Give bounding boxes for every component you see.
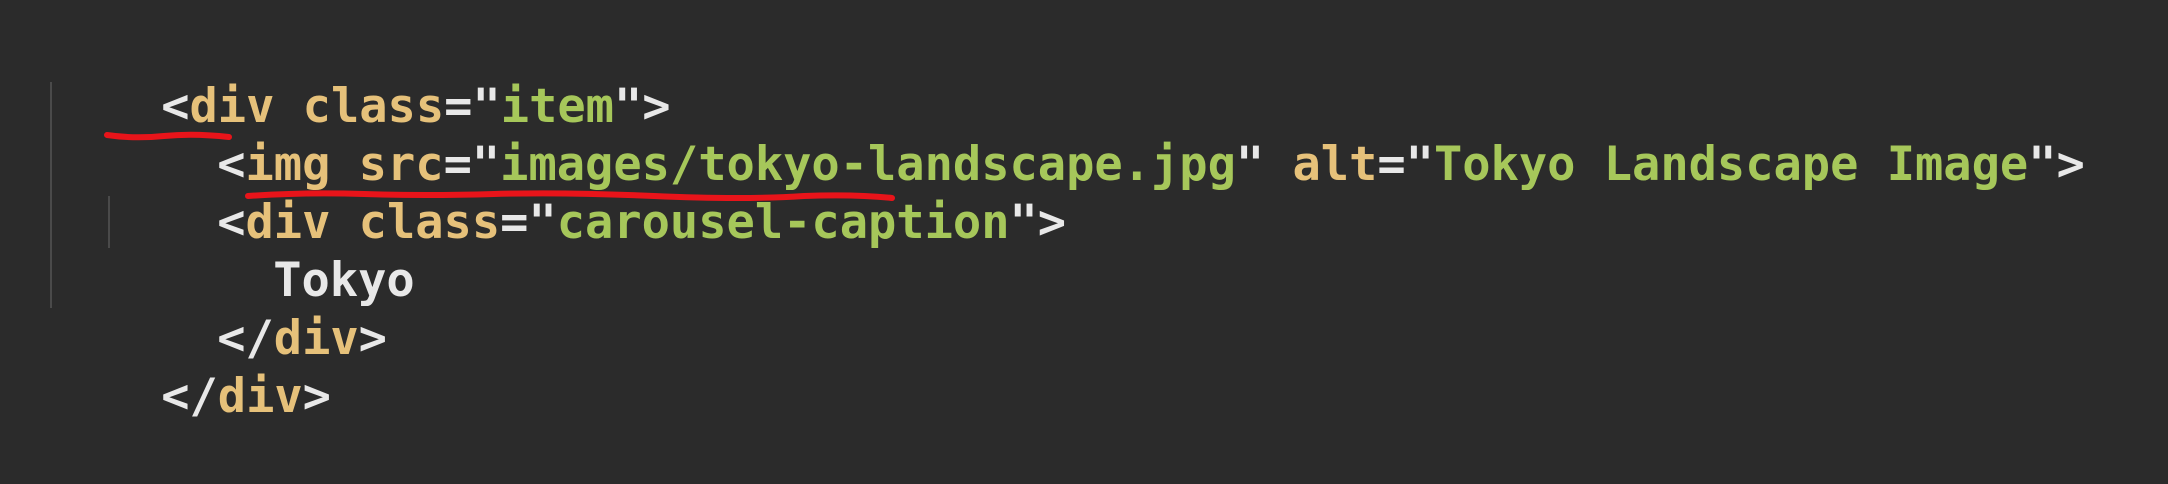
code-line-5: </div> bbox=[104, 252, 387, 366]
attribute-name: alt bbox=[1292, 137, 1378, 192]
quote: " bbox=[1405, 137, 1434, 192]
tag-close-bracket: > bbox=[2056, 137, 2085, 192]
tag-name: div bbox=[217, 369, 303, 424]
code-line-1: <div class="item"> bbox=[48, 20, 670, 134]
tag-close-bracket: > bbox=[302, 369, 331, 424]
annotation-underline-class bbox=[245, 190, 895, 201]
code-line-2: <img src="images/tokyo-landscape.jpg" al… bbox=[104, 78, 2085, 192]
code-line-6: </div> bbox=[48, 310, 331, 424]
tag-open-bracket: </ bbox=[161, 369, 218, 424]
tag-close-bracket: > bbox=[358, 311, 387, 366]
annotation-underline-img bbox=[104, 131, 232, 141]
quote: " bbox=[2028, 137, 2057, 192]
tag-close-bracket: > bbox=[1037, 195, 1067, 250]
quote: " bbox=[1235, 137, 1265, 192]
code-editor[interactable]: <div class="item"> <img src="images/toky… bbox=[0, 0, 2168, 424]
equals-sign: = bbox=[1377, 137, 1406, 192]
attribute-value: Tokyo Landscape Image bbox=[1433, 137, 2029, 192]
quote: " bbox=[1009, 195, 1038, 250]
